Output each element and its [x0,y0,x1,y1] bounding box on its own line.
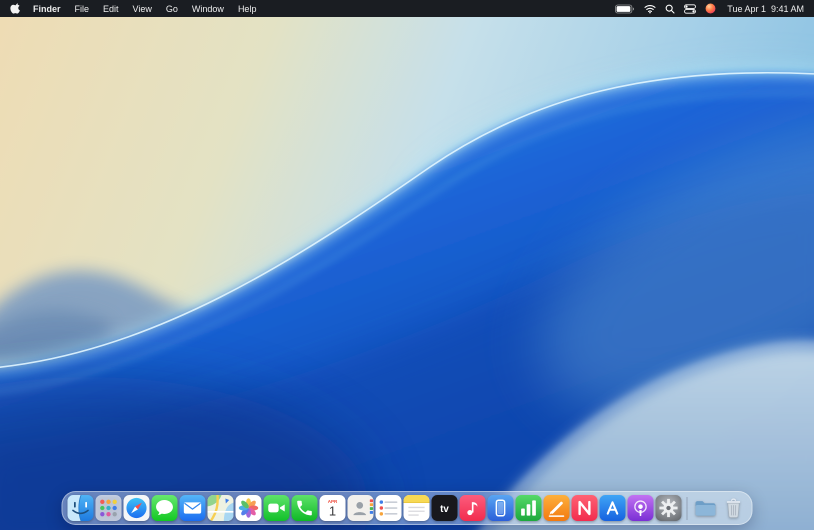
dock-app-stocks-icon[interactable] [516,495,542,521]
status-icons-container [615,3,716,14]
dock-app-messages-icon[interactable] [152,495,178,521]
menu-edit[interactable]: Edit [96,4,126,14]
dock-app-reminders-icon[interactable] [376,495,402,521]
dock-app-maps-icon[interactable] [208,495,234,521]
dock-app-downloads-icon[interactable] [693,495,719,521]
spotlight-icon[interactable] [665,4,675,14]
dock-app-podcasts-icon[interactable] [628,495,654,521]
dock-app-photos-icon[interactable] [236,495,262,521]
dock-app-notes-icon[interactable] [404,495,430,521]
dock-apps: APR1 tv [68,495,682,521]
menu-go[interactable]: Go [159,4,185,14]
dock-app-system-settings-icon[interactable] [656,495,682,521]
svg-text:tv: tv [440,504,449,515]
dock-extras [693,495,747,521]
desktop-area[interactable] [0,17,814,530]
menu-finder[interactable]: Finder [26,4,68,14]
dock-separator [687,497,688,520]
dock-app-finder-icon[interactable] [68,495,94,521]
wifi-icon[interactable] [644,4,656,14]
menu-help[interactable]: Help [231,4,264,14]
menu-bar-clock[interactable]: Tue Apr 1 9:41 AM [725,4,804,14]
menu-view[interactable]: View [126,4,159,14]
apple-menu[interactable] [10,3,26,14]
dock-app-mail-icon[interactable] [180,495,206,521]
dock-app-trash-icon[interactable] [721,495,747,521]
menu-bar: FinderFileEditViewGoWindowHelp Tue Apr 1… [0,0,814,17]
dock: APR1 tv [62,491,753,525]
dock-app-launchpad-icon[interactable] [96,495,122,521]
macos-desktop[interactable]: FinderFileEditViewGoWindowHelp Tue Apr 1… [0,0,814,530]
dock-app-phone-icon[interactable] [292,495,318,521]
dock-app-safari-icon[interactable] [124,495,150,521]
dock-app-calendar-icon[interactable]: APR1 [320,495,346,521]
dock-app-pages-icon[interactable] [544,495,570,521]
control-center-icon[interactable] [684,4,696,14]
dock-app-iphone-mirroring-icon[interactable] [488,495,514,521]
dock-app-news-icon[interactable] [572,495,598,521]
svg-text:1: 1 [329,504,336,519]
dock-app-tv-icon[interactable]: tv [432,495,458,521]
menu-bar-status: Tue Apr 1 9:41 AM [615,3,804,14]
menu-bar-menus: FinderFileEditViewGoWindowHelp [26,4,263,14]
dock-app-facetime-icon[interactable] [264,495,290,521]
wallpaper-image [0,17,814,530]
dock-app-contacts-icon[interactable] [348,495,374,521]
battery-icon[interactable] [615,4,635,14]
apple-icon [10,3,20,14]
dock-app-music-icon[interactable] [460,495,486,521]
siri-icon[interactable] [705,3,716,14]
menu-window[interactable]: Window [185,4,231,14]
dock-app-app-store-icon[interactable] [600,495,626,521]
menu-file[interactable]: File [68,4,97,14]
